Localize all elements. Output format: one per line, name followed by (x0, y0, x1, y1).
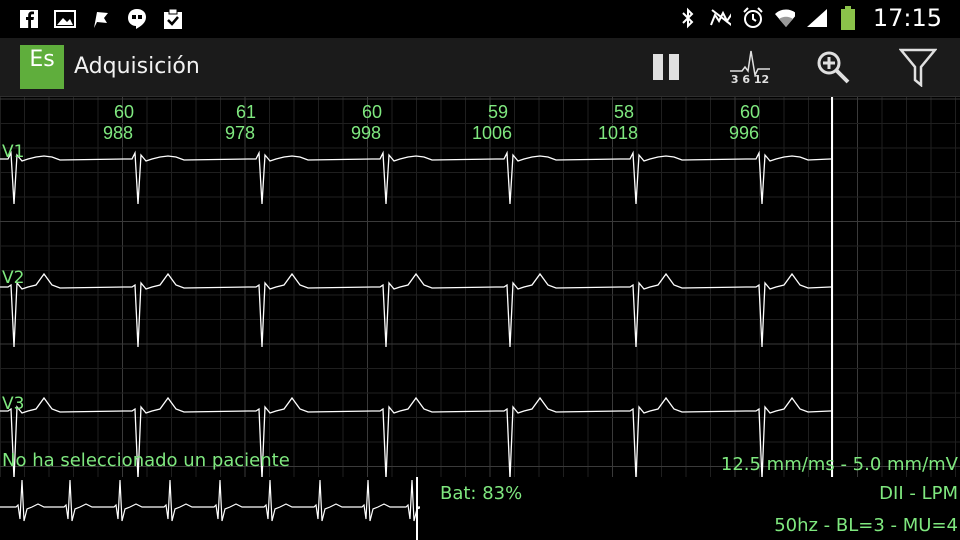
beat-bpm: 60 (362, 102, 382, 122)
facebook-icon (18, 8, 40, 30)
bluetooth-icon (677, 7, 699, 29)
zoom-in-icon (817, 51, 850, 84)
beat-rr-interval: 996 (729, 123, 759, 143)
filter-info: 50hz - BL=3 - MU=4 (774, 515, 958, 536)
leads-label: 3 6 12 (730, 72, 770, 86)
hangouts-icon (126, 8, 148, 30)
status-bar: 17:15 (0, 0, 960, 38)
app-icon-text: Es (29, 47, 55, 72)
zoom-in-button[interactable] (808, 44, 858, 90)
beat-bpm: 61 (236, 102, 256, 122)
app-icon[interactable]: Es (20, 45, 64, 89)
beat-bpm: 60 (740, 102, 760, 122)
alarm-icon (741, 7, 763, 29)
rhythm-strip (0, 477, 420, 540)
patient-message: No ha seleccionado un paciente (2, 450, 290, 471)
lead-label-v1: V1 (2, 142, 24, 162)
filter-icon (899, 48, 937, 87)
battery-icon (837, 6, 859, 30)
beat-rr-interval: 1006 (472, 123, 512, 143)
beat-rr-interval: 978 (225, 123, 255, 143)
scale-info: 12.5 mm/ms - 5.0 mm/mV (721, 454, 959, 475)
clipboard-check-icon (162, 8, 184, 30)
pause-icon (653, 54, 679, 80)
beat-bpm: 60 (114, 102, 134, 122)
beat-rr-interval: 1018 (598, 123, 638, 143)
leads-button[interactable]: 3 6 12 (725, 44, 775, 90)
beat-rr-interval: 988 (103, 123, 133, 143)
clock: 17:15 (872, 4, 942, 32)
bottom-panel: Bat: 83% DII - LPM 50hz - BL=3 - MU=4 (0, 477, 960, 540)
lead-label-v2: V2 (2, 268, 24, 288)
pause-button[interactable] (641, 44, 691, 90)
action-bar: Es Adquisición 3 6 12 (0, 38, 960, 98)
filter-button[interactable] (893, 44, 943, 90)
flag-icon (90, 8, 112, 30)
page-title: Adquisición (74, 54, 200, 79)
lead-info: DII - LPM (879, 483, 958, 504)
signal-icon (805, 7, 827, 29)
battery-status: Bat: 83% (440, 483, 523, 504)
lead-label-v3: V3 (2, 394, 24, 414)
ecg-display: 60 988 61 978 60 998 59 1006 58 1018 60 996 V1 V2 V… (0, 97, 960, 480)
beat-bpm: 59 (488, 102, 508, 122)
ecg-chart: 60988619786099859100658101860996 V1 V2 V… (0, 97, 960, 480)
mute-icon (709, 7, 731, 29)
beat-rr-interval: 998 (351, 123, 381, 143)
rhythm-trace (0, 479, 420, 522)
wifi-icon (773, 7, 795, 29)
image-icon (54, 8, 76, 30)
beat-bpm: 58 (614, 102, 634, 122)
